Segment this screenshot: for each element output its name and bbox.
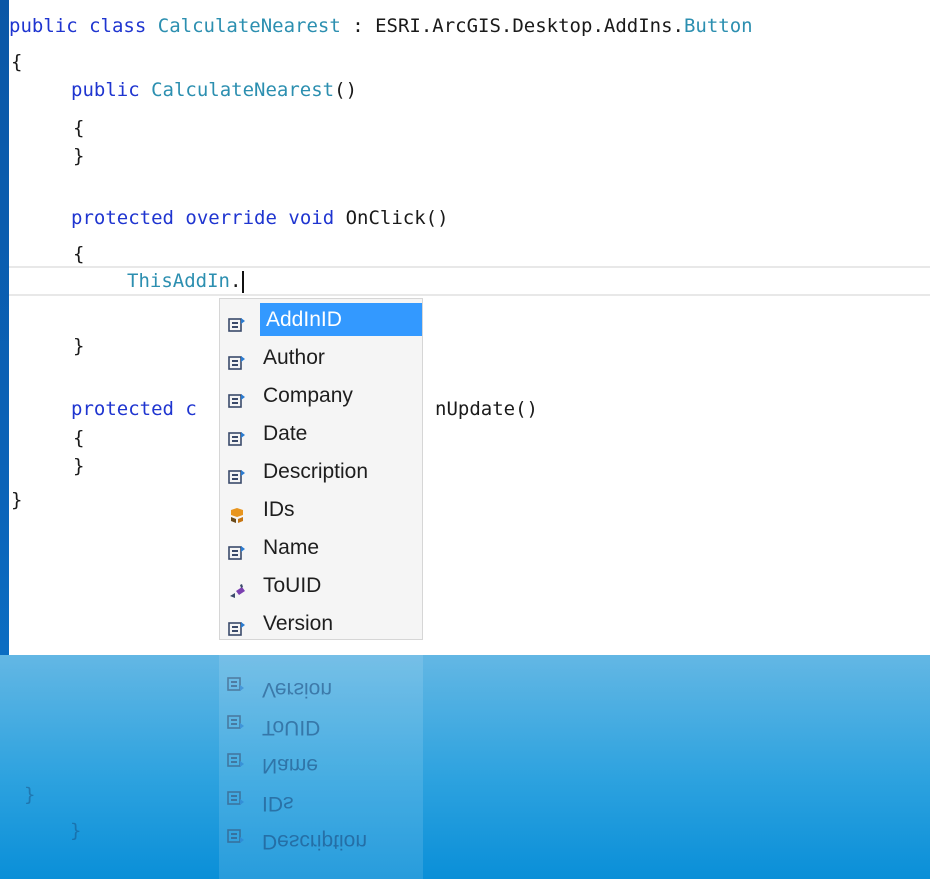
property-icon [228, 349, 246, 370]
intellisense-item-ids[interactable]: IDs [223, 493, 419, 526]
intellisense-item-name[interactable]: Name [223, 531, 419, 564]
text-caret [242, 270, 245, 293]
property-icon [228, 463, 246, 484]
reflected-item: Name [222, 749, 418, 782]
intellisense-item-company[interactable]: Company [223, 379, 419, 412]
intellisense-item-date[interactable]: Date [223, 417, 419, 450]
property-icon [228, 311, 246, 332]
reflected-item-label: ToUID [262, 716, 321, 739]
property-icon [227, 715, 245, 736]
code-text: . [229, 270, 242, 292]
type-name: ThisAddIn [127, 270, 230, 292]
intellisense-item-author[interactable]: Author [223, 341, 419, 374]
intellisense-item-label: Name [263, 536, 320, 559]
class-icon [228, 501, 246, 523]
keyword: protected [71, 207, 174, 229]
reflected-item-label: Version [262, 678, 333, 701]
keyword: class [89, 15, 147, 37]
property-icon [227, 791, 245, 812]
intellisense-item-label: Version [263, 612, 334, 635]
reflected-item: IDs [222, 787, 418, 820]
keyword: public [9, 15, 78, 37]
code-line-2: { [11, 51, 23, 73]
code-line-10-tail: nUpdate() [435, 398, 538, 420]
code-line-5: } [73, 145, 85, 167]
type-name: Button [683, 15, 753, 37]
reflected-popup: Version ToUID Name IDs Description [219, 655, 423, 879]
code-line-10: protected c [71, 395, 197, 423]
code-line-7: { [73, 243, 85, 265]
reflected-item: Version [222, 673, 418, 706]
keyword: override [185, 207, 277, 229]
keyword: void [288, 207, 335, 229]
intellisense-item-label: Date [263, 422, 308, 445]
keyword: protected [71, 398, 174, 420]
property-icon [227, 677, 245, 698]
slide-background: public class CalculateNearest : ESRI.Arc… [0, 0, 930, 879]
code-line-9: } [73, 335, 85, 357]
reflected-item-label: IDs [262, 792, 294, 815]
intellisense-item-version[interactable]: Version [223, 607, 419, 640]
code-line-13: } [11, 489, 23, 511]
intellisense-item-touid[interactable]: ToUID [223, 569, 419, 602]
reflected-brace: } [24, 785, 36, 807]
keyword: c [185, 398, 197, 420]
intellisense-item-label: IDs [263, 498, 295, 521]
intellisense-item-description[interactable]: Description [223, 455, 419, 488]
intellisense-item-label: Author [263, 346, 325, 369]
intellisense-item-label: Company [263, 384, 353, 407]
code-line-3: public CalculateNearest() [71, 76, 357, 104]
property-icon [227, 753, 245, 774]
intellisense-item-addinid[interactable]: AddInID [223, 303, 422, 336]
property-icon [228, 387, 246, 408]
reflected-item-label: Name [262, 754, 319, 777]
intellisense-item-label: ToUID [263, 574, 322, 597]
intellisense-popup[interactable]: AddInID Author Company Date Description IDs Na… [219, 298, 423, 640]
intellisense-item-label: Description [263, 460, 369, 483]
keyword: public [71, 79, 140, 101]
code-line-1: public class CalculateNearest : ESRI.Arc… [9, 12, 753, 40]
property-icon [228, 615, 246, 636]
code-text: OnClick() [345, 207, 449, 229]
property-icon [227, 829, 245, 850]
reflected-item-label: Description [262, 830, 368, 853]
reflected-brace: } [70, 821, 82, 843]
code-line-12: } [73, 455, 85, 477]
type-name: CalculateNearest [151, 79, 335, 101]
code-editor[interactable]: public class CalculateNearest : ESRI.Arc… [9, 0, 930, 655]
code-line-8[interactable]: ThisAddIn. [127, 267, 245, 295]
property-icon [228, 425, 246, 446]
code-text: () [334, 79, 358, 101]
code-line-4: { [73, 117, 85, 139]
reflection-area: } } Version ToUID Name IDs Description [0, 655, 930, 879]
property-icon [228, 539, 246, 560]
code-text: : ESRI.ArcGIS.Desktop.AddIns. [340, 15, 684, 37]
reflected-item: ToUID [222, 711, 418, 744]
code-line-11: { [73, 427, 85, 449]
reflected-item: Description [222, 825, 418, 858]
method-icon [228, 577, 246, 598]
code-line-6: protected override void OnClick() [71, 204, 449, 232]
intellisense-item-label: AddInID [260, 303, 422, 336]
type-name: CalculateNearest [157, 15, 341, 37]
